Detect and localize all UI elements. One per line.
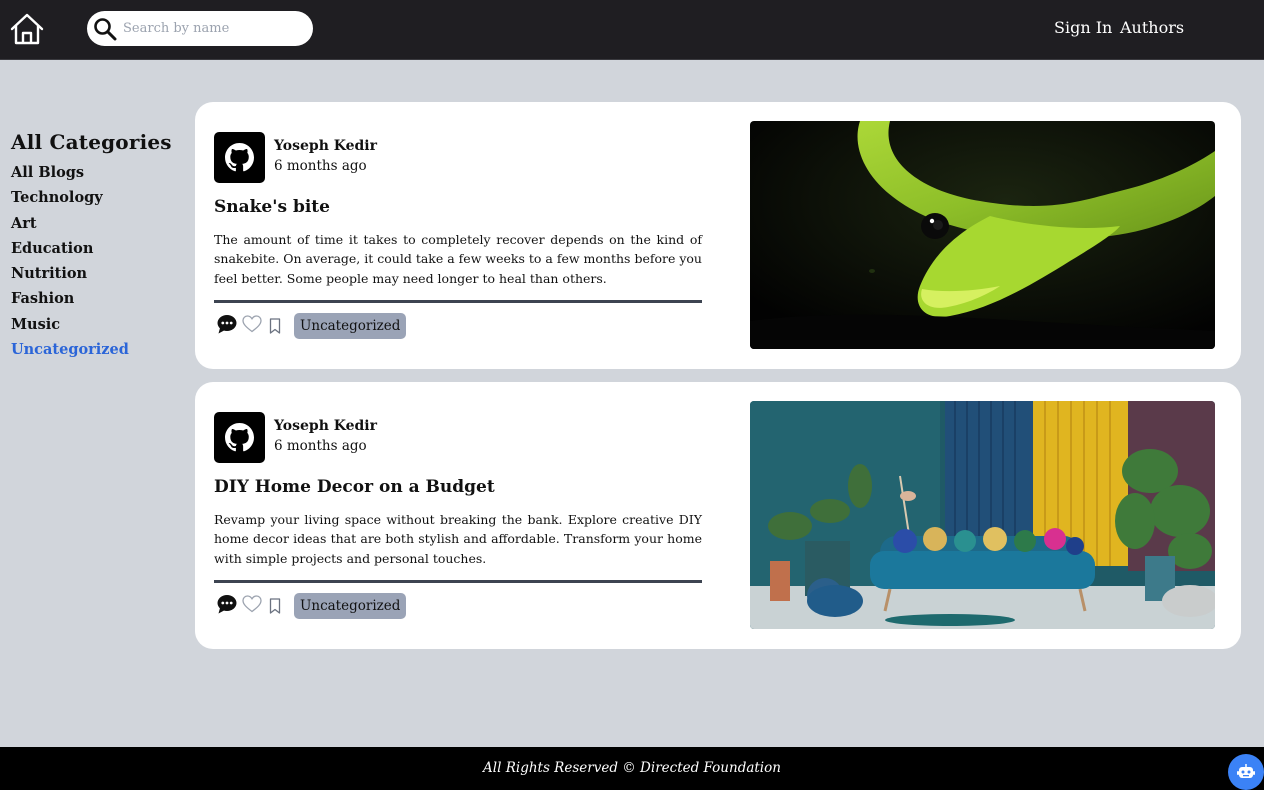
authors-link[interactable]: Authors: [1120, 18, 1184, 37]
robot-icon: [1237, 764, 1255, 778]
search-icon[interactable]: [93, 17, 117, 41]
post-excerpt: Revamp your living space without breakin…: [214, 512, 702, 566]
category-tag[interactable]: Uncategorized: [294, 593, 407, 619]
category-music[interactable]: Music: [11, 312, 181, 337]
post-title[interactable]: DIY Home Decor on a Budget: [214, 477, 495, 497]
github-icon: [225, 423, 254, 452]
top-navbar: Sign In Authors: [0, 0, 1264, 60]
post-title[interactable]: Snake's bite: [214, 197, 330, 217]
post-card[interactable]: Yoseph Kedir 6 months ago Snake's bite T…: [195, 102, 1241, 369]
categories-sidebar: All Categories All Blogs Technology Art …: [11, 130, 181, 362]
post-excerpt: The amount of time it takes to completel…: [214, 232, 702, 286]
categories-title: All Categories: [11, 130, 172, 154]
divider: [214, 300, 702, 303]
github-icon: [225, 143, 254, 172]
footer-text: All Rights Reserved © Directed Foundatio…: [483, 760, 781, 776]
home-button[interactable]: [9, 11, 45, 47]
bookmark-icon[interactable]: [269, 598, 281, 614]
post-time: 6 months ago: [274, 158, 367, 174]
author-avatar[interactable]: [214, 132, 265, 183]
post-thumbnail[interactable]: [750, 121, 1215, 349]
snake-image: [750, 121, 1215, 349]
category-tag[interactable]: Uncategorized: [294, 313, 407, 339]
home-icon: [10, 13, 44, 45]
footer: All Rights Reserved © Directed Foundatio…: [0, 747, 1264, 790]
heart-icon[interactable]: [242, 315, 262, 333]
author-name[interactable]: Yoseph Kedir: [274, 418, 377, 434]
category-education[interactable]: Education: [11, 236, 181, 261]
heart-icon[interactable]: [242, 595, 262, 613]
post-time: 6 months ago: [274, 438, 367, 454]
category-technology[interactable]: Technology: [11, 185, 181, 210]
post-card[interactable]: Yoseph Kedir 6 months ago DIY Home Decor…: [195, 382, 1241, 649]
comment-icon[interactable]: [216, 313, 238, 335]
chatbot-button[interactable]: [1228, 754, 1264, 790]
search-input[interactable]: [123, 15, 303, 42]
post-thumbnail[interactable]: [750, 401, 1215, 629]
bookmark-icon[interactable]: [269, 318, 281, 334]
category-fashion[interactable]: Fashion: [11, 286, 181, 311]
category-uncategorized[interactable]: Uncategorized: [11, 337, 181, 362]
divider: [214, 580, 702, 583]
author-avatar[interactable]: [214, 412, 265, 463]
category-all-blogs[interactable]: All Blogs: [11, 160, 181, 185]
search-bar: [87, 11, 313, 46]
author-name[interactable]: Yoseph Kedir: [274, 138, 377, 154]
living-room-image: [750, 401, 1215, 629]
category-nutrition[interactable]: Nutrition: [11, 261, 181, 286]
comment-icon[interactable]: [216, 593, 238, 615]
category-art[interactable]: Art: [11, 211, 181, 236]
sign-in-link[interactable]: Sign In: [1054, 18, 1112, 37]
